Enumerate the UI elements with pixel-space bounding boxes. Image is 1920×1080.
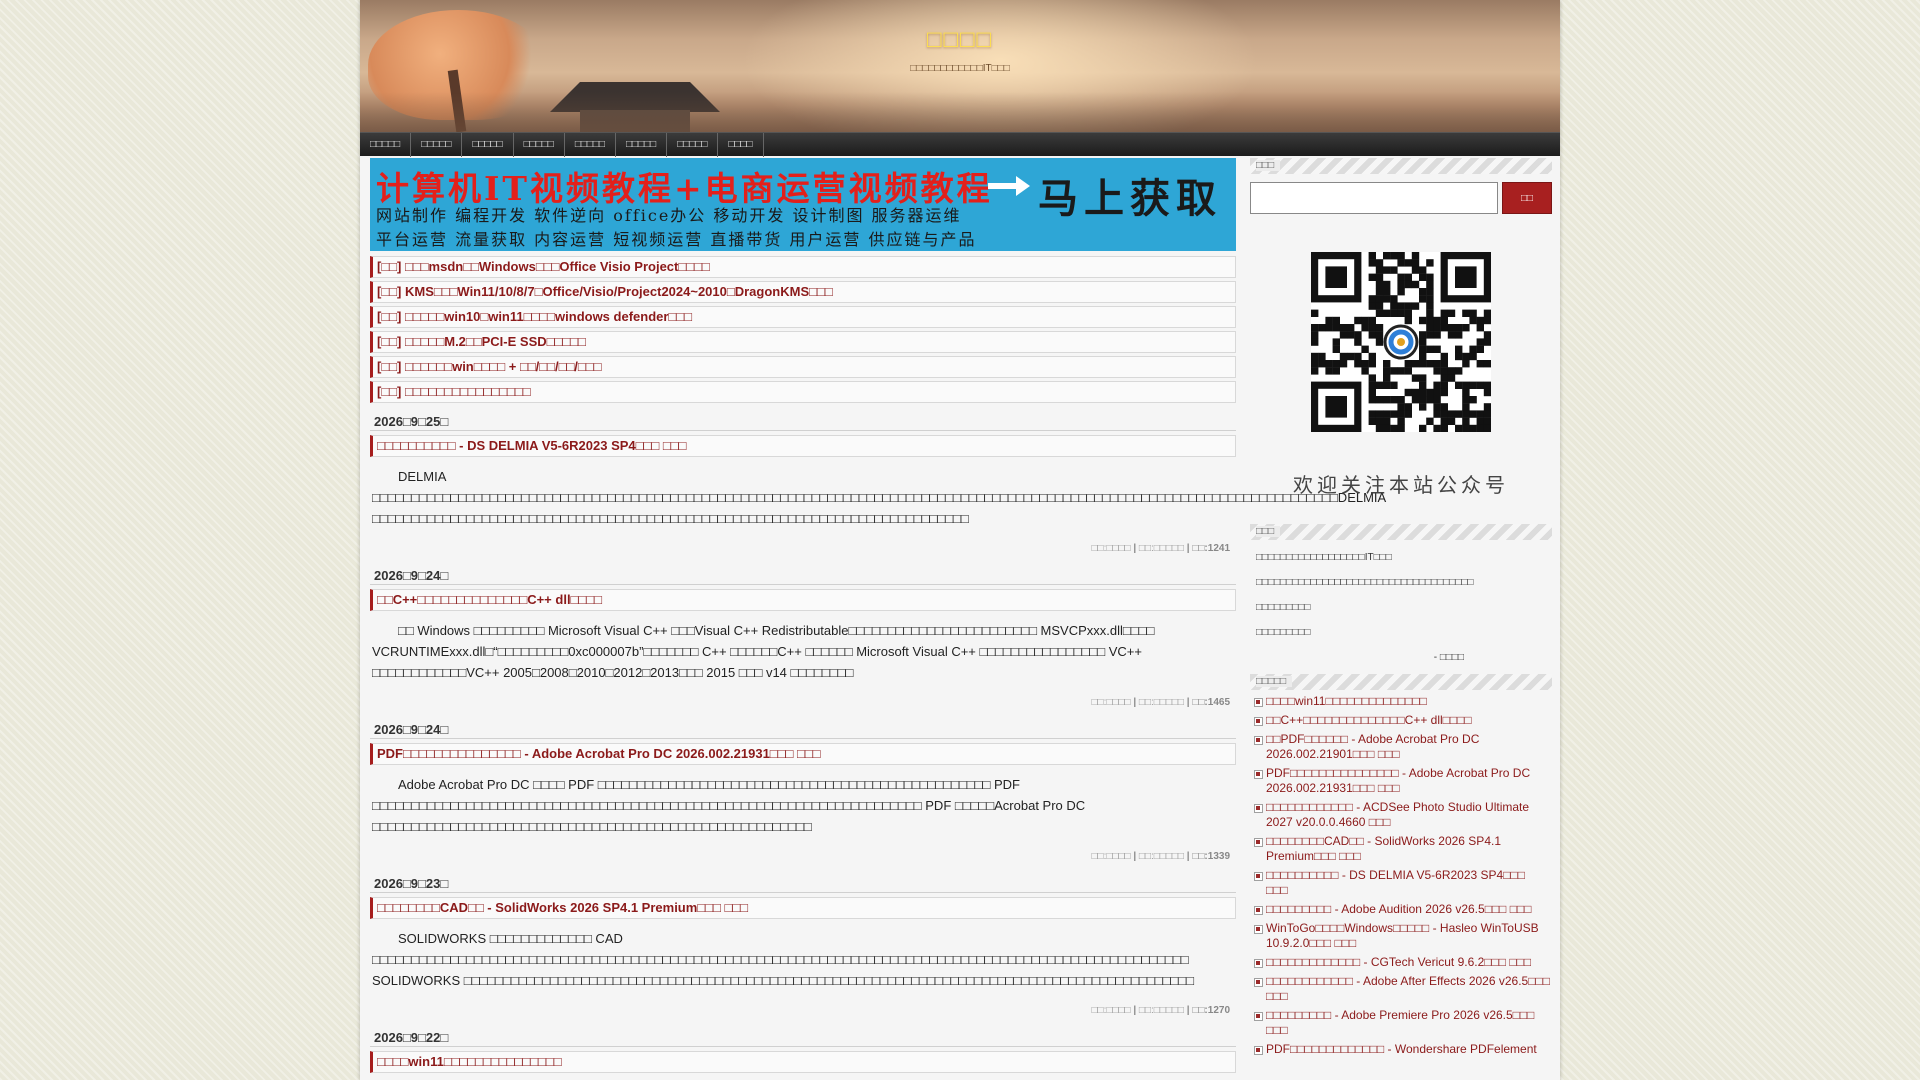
site-title[interactable]: □□□□ [360, 26, 1560, 54]
site-subtitle: □□□□□□□□□□□□IT□□□ [910, 63, 1010, 74]
recent-posts-heading: □□□□□ [1250, 674, 1552, 690]
post-excerpt: □□ Windows □□□□□□□□□ Microsoft Visual C+… [372, 623, 1155, 680]
post-title-link[interactable]: PDF□□□□□□□□□□□□□□□ - Adobe Acrobat Pro D… [370, 743, 1236, 765]
search-heading-label: □□□ [1256, 160, 1281, 171]
recent-post-link[interactable]: □□PDF□□□□□□ - Adobe Acrobat Pro DC 2026.… [1252, 732, 1550, 762]
search-heading: □□□ [1250, 158, 1552, 174]
post-date: 2026□9□22□ [370, 1029, 1236, 1047]
pinned-post-link[interactable]: [□□] □□□msdn□□Windows□□□Office Visio Pro… [370, 256, 1236, 278]
post-meta-views: □□:1241 [1192, 543, 1230, 554]
header-hills-art [360, 92, 1560, 132]
pinned-post-link[interactable]: [□□] □□□□□□□□□□□□□□□□ [370, 381, 1236, 403]
recent-post-link[interactable]: □□□□□□□□□ - Adobe Premiere Pro 2026 v26.… [1252, 1008, 1550, 1038]
notice-heading-label: □□□ [1256, 526, 1281, 537]
qr-code-panel: 欢迎关注本站公众号 [1250, 214, 1552, 514]
post-meta: □□:□□□□ | □□:□□□□□ | □□:1241 [1091, 543, 1231, 554]
notice-line: □□□□□□□□□□□□□□□□□□IT□□□ [1256, 552, 1392, 563]
site-header: □□□□ □□□□□□□□□□□□IT□□□ [360, 0, 1560, 132]
post-meta-views: □□:1339 [1192, 851, 1230, 862]
post-meta-views: □□:1270 [1192, 1005, 1230, 1016]
pinned-post-link[interactable]: [□□] □□□□□□win□□□□ + □□/□□/□□/□□□ [370, 356, 1236, 378]
search-button[interactable]: □□ [1502, 182, 1552, 214]
post-date: 2026□9□24□ [370, 567, 1236, 585]
notice-heading: □□□ [1250, 524, 1552, 540]
sidebar: □□□ □□ 欢迎关注本站公众号 □□□ □□□□□□□□□□□□□□□□□□I… [1250, 158, 1552, 1061]
search-form: □□ [1250, 182, 1552, 214]
post-meta: □□:□□□□ | □□:□□□□□ | □□:1339 [1091, 851, 1231, 862]
nav-item[interactable]: □□□□□ [411, 133, 463, 157]
post-excerpt: SOLIDWORKS □□□□□□□□□□□□□ CAD □□□□□□□□□□□… [372, 931, 1194, 988]
recent-post-link[interactable]: PDF□□□□□□□□□□□□□□□ - Adobe Acrobat Pro D… [1252, 766, 1550, 796]
nav-item[interactable]: □□□□□ [565, 133, 617, 157]
promo-banner[interactable]: 计算机IT视频教程+电商运营视频教程 网站制作 编程开发 软件逆向 office… [370, 158, 1236, 251]
post: 2026□9□22□ □□□□win11□□□□□□□□□□□□□□□ [370, 1029, 1236, 1073]
recent-posts-heading-label: □□□□□ [1256, 676, 1293, 687]
post-title-link[interactable]: □□□□□□□□□□ - DS DELMIA V5-6R2023 SP4□□□ … [370, 435, 1236, 457]
nav-item[interactable]: □□□□ [718, 133, 764, 157]
post-title-link[interactable]: □□□□□□□□CAD□□ - SolidWorks 2026 SP4.1 Pr… [370, 897, 1236, 919]
search-input[interactable] [1250, 182, 1498, 214]
notice-line: □□□□□□□□□ [1256, 627, 1311, 638]
post: 2026□9□23□ □□□□□□□□CAD□□ - SolidWorks 20… [370, 875, 1236, 1021]
post-title-link[interactable]: □□C++□□□□□□□□□□□□□□C++ dll□□□□ [370, 589, 1236, 611]
post-excerpt: DELMIA □□□□□□□□□□□□□□□□□□□□□□□□□□□□□□□□□… [372, 469, 1386, 526]
post-meta-author[interactable]: □□:□□□□ [1092, 851, 1131, 862]
post-meta-category[interactable]: □□:□□□□□ [1139, 543, 1184, 554]
recent-posts-list: □□□□win11□□□□□□□□□□□□□□ □□C++□□□□□□□□□□□… [1250, 690, 1552, 1057]
post-meta-category[interactable]: □□:□□□□□ [1139, 851, 1184, 862]
pinned-post-link[interactable]: [□□] □□□□□M.2□□PCI-E SSD□□□□□ [370, 331, 1236, 353]
recent-post-link[interactable]: □□□□□□□□□□□□ - ACDSee Photo Studio Ultim… [1252, 800, 1550, 830]
recent-post-link[interactable]: □□C++□□□□□□□□□□□□□□C++ dll□□□□ [1252, 713, 1550, 728]
post-excerpt: Adobe Acrobat Pro DC □□□□ PDF □□□□□□□□□□… [372, 777, 1086, 834]
notice-signature: - □□□□ [1433, 652, 1464, 663]
nav-item[interactable]: □□□□□ [616, 133, 668, 157]
nav-item[interactable]: □□□□□ [462, 133, 514, 157]
post: 2026□9□24□ PDF□□□□□□□□□□□□□□□ - Adobe Ac… [370, 721, 1236, 867]
notice-panel: □□□□□□□□□□□□□□□□□□IT□□□ □□□□□□□□□□□□□□□□… [1250, 540, 1552, 670]
post-meta-category[interactable]: □□:□□□□□ [1139, 1005, 1184, 1016]
post-meta: □□:□□□□ | □□:□□□□□ | □□:1465 [1091, 697, 1231, 708]
main-content: 计算机IT视频教程+电商运营视频教程 网站制作 编程开发 软件逆向 office… [370, 158, 1386, 1073]
recent-post-link[interactable]: □□□□□□□□□ - Adobe Audition 2026 v26.5□□□… [1252, 902, 1550, 917]
arrow-right-icon [988, 176, 1030, 196]
recent-post-link[interactable]: WinToGo□□□□Windows□□□□□ - Hasleo WinToUS… [1252, 921, 1550, 951]
recent-post-link[interactable]: PDF□□□□□□□□□□□□□ - Wondershare PDFelemen… [1252, 1042, 1550, 1057]
post-meta: □□:□□□□ | □□:□□□□□ | □□:1270 [1091, 1005, 1231, 1016]
banner-line-3: 平台运营 流量获取 内容运营 短视频运营 直播带货 用户运营 供应链与产品 [376, 230, 977, 249]
post: 2026□9□24□ □□C++□□□□□□□□□□□□□□C++ dll□□□… [370, 567, 1236, 713]
post-date: 2026□9□25□ [370, 413, 1236, 431]
main-nav: □□□□□ □□□□□ □□□□□ □□□□□ □□□□□ □□□□□ □□□□… [360, 132, 1560, 157]
post-meta-author[interactable]: □□:□□□□ [1092, 1005, 1131, 1016]
post-meta-author[interactable]: □□:□□□□ [1092, 543, 1131, 554]
post-date: 2026□9□23□ [370, 875, 1236, 893]
post-meta-author[interactable]: □□:□□□□ [1092, 697, 1131, 708]
nav-item[interactable]: □□□□□ [514, 133, 565, 157]
nav-item[interactable]: □□□□□ [360, 133, 412, 157]
post-meta-views: □□:1465 [1192, 697, 1230, 708]
recent-post-link[interactable]: □□□□win11□□□□□□□□□□□□□□ [1252, 694, 1550, 709]
banner-line-2: 网站制作 编程开发 软件逆向 office办公 移动开发 设计制图 服务器运维 [376, 206, 962, 225]
pinned-post-link[interactable]: [□□] KMS□□□Win11/10/8/7□Office/Visio/Pro… [370, 281, 1236, 303]
post-title-link[interactable]: □□□□win11□□□□□□□□□□□□□□□ [370, 1051, 1236, 1073]
qr-code-image [1311, 252, 1491, 432]
notice-line: □□□□□□□□□□□□□□□□□□□□□□□□□□□□□□□□□□□□ [1256, 577, 1474, 588]
pinned-post-link[interactable]: [□□] □□□□□win10□win11□□□□windows defende… [370, 306, 1236, 328]
nav-item[interactable]: □□□□□ [667, 133, 719, 157]
notice-line: □□□□□□□□□ [1256, 602, 1311, 613]
recent-post-link[interactable]: □□□□□□□□□□ - DS DELMIA V5-6R2023 SP4□□□ … [1252, 868, 1550, 898]
recent-post-link[interactable]: □□□□□□□□□□□□□ - CGTech Vericut 9.6.2□□□ … [1252, 955, 1550, 970]
post: 2026□9□25□ □□□□□□□□□□ - DS DELMIA V5-6R2… [370, 413, 1386, 559]
page-container: □□□□ □□□□□□□□□□□□IT□□□ □□□□□ □□□□□ □□□□□… [360, 0, 1560, 1080]
recent-post-link[interactable]: □□□□□□□□CAD□□ - SolidWorks 2026 SP4.1 Pr… [1252, 834, 1550, 864]
post-meta-category[interactable]: □□:□□□□□ [1139, 697, 1184, 708]
banner-cta: 马上获取 [1038, 175, 1222, 222]
post-date: 2026□9□24□ [370, 721, 1236, 739]
qr-caption: 欢迎关注本站公众号 [1293, 473, 1509, 497]
recent-post-link[interactable]: □□□□□□□□□□□□ - Adobe After Effects 2026 … [1252, 974, 1550, 1004]
